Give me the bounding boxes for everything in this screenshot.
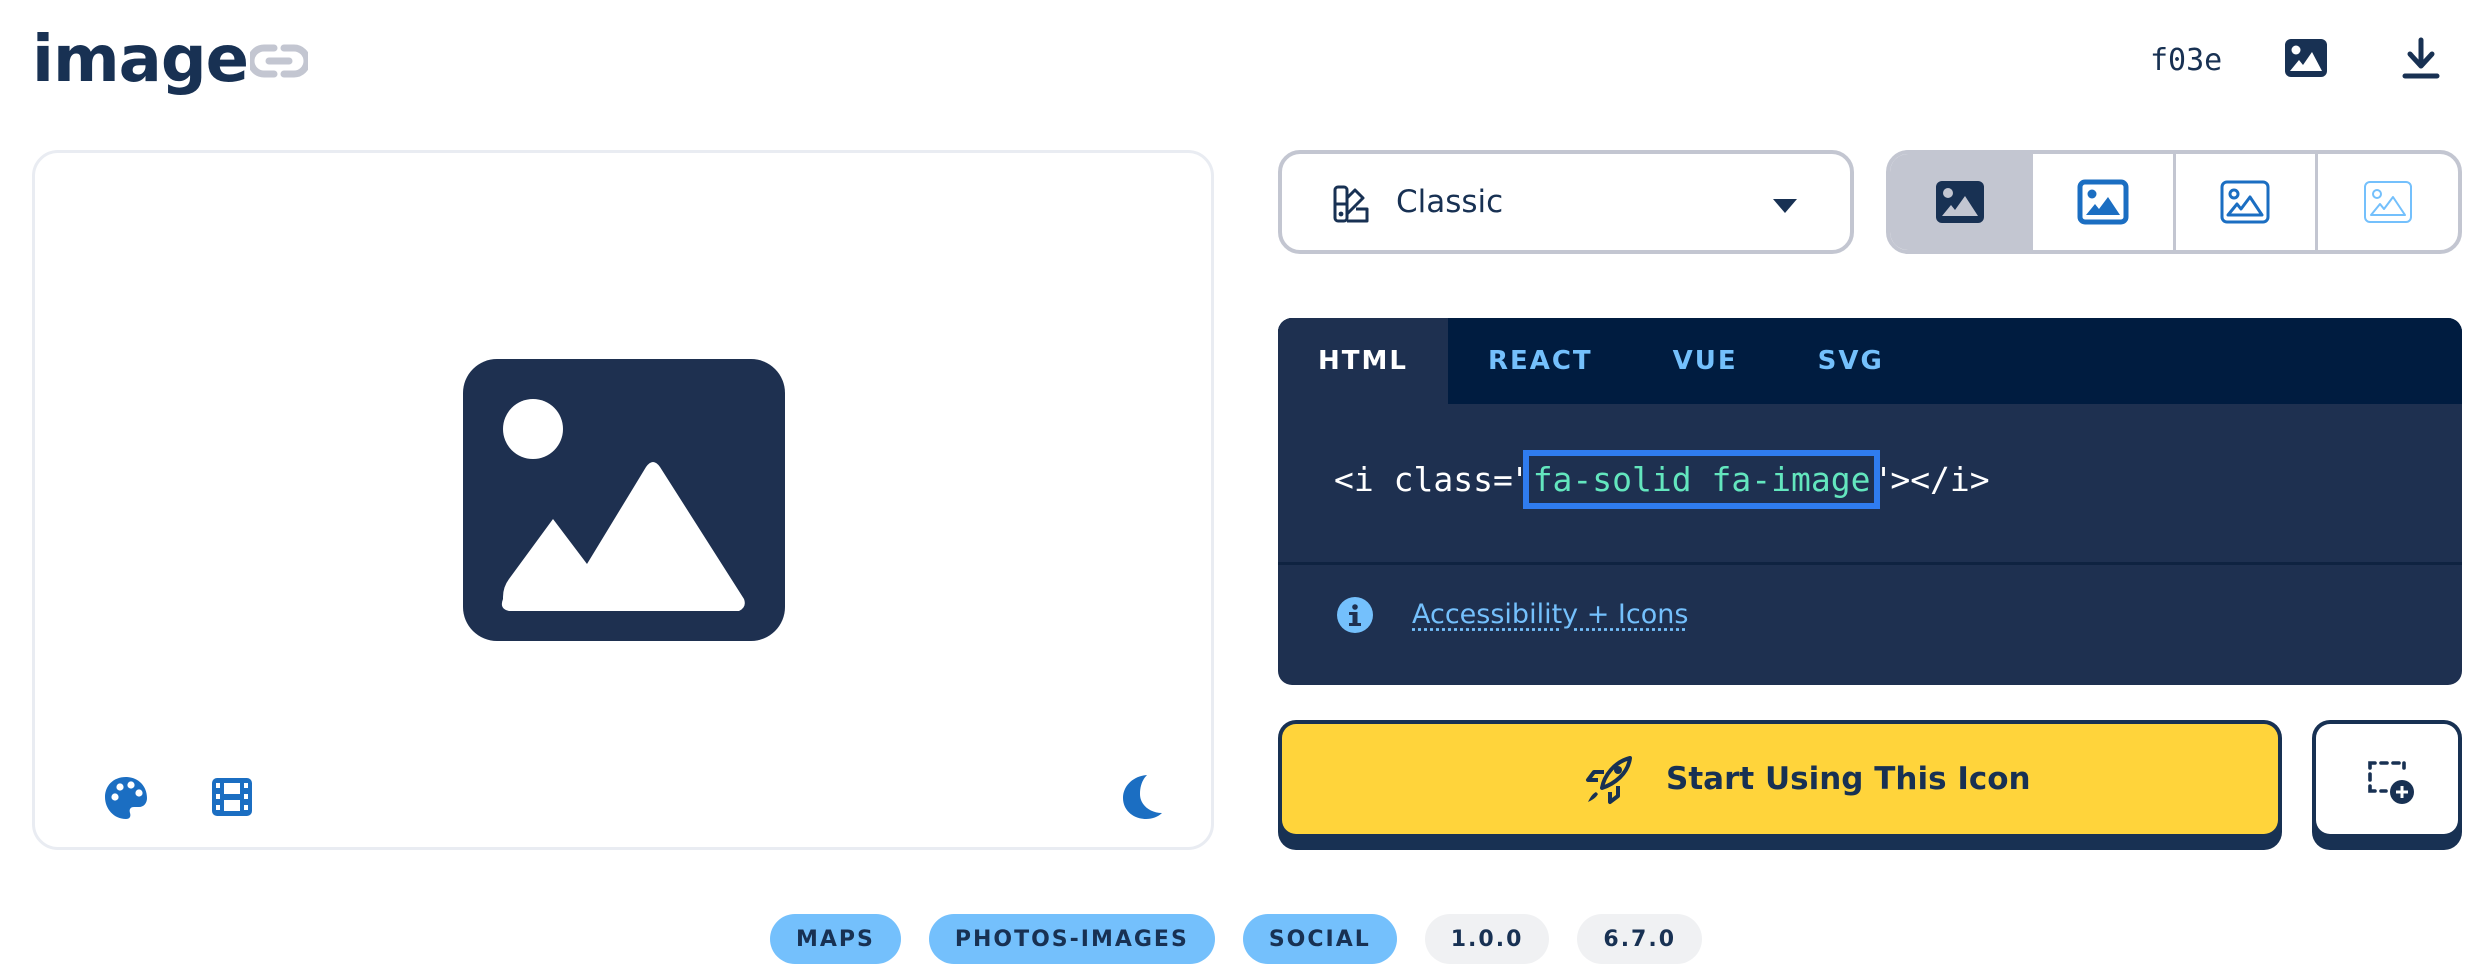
download-icon[interactable] xyxy=(2400,36,2442,80)
code-divider xyxy=(1278,562,2462,565)
palette-icon[interactable] xyxy=(103,775,149,821)
square-dashed-circle-plus-icon xyxy=(2368,761,2414,804)
image-icon[interactable] xyxy=(2284,38,2328,78)
image-icon xyxy=(2077,179,2129,225)
icon-title: image xyxy=(32,23,249,97)
image-icon xyxy=(1935,181,1984,223)
tab-svg[interactable]: SVG xyxy=(1778,318,1924,404)
variant-thin-button[interactable] xyxy=(2318,154,2458,250)
version-badge-updated: 6.7.0 xyxy=(1577,914,1703,964)
circle-info-icon xyxy=(1337,597,1373,633)
image-icon xyxy=(2220,180,2270,224)
style-select[interactable]: Classic xyxy=(1278,150,1854,254)
category-tag-social[interactable]: SOCIAL xyxy=(1242,914,1397,964)
rocket-icon xyxy=(1586,756,1632,804)
tag-list: MAPS PHOTOS-IMAGES SOCIAL 1.0.0 6.7.0 xyxy=(0,914,2472,964)
tab-vue[interactable]: VUE xyxy=(1633,318,1778,404)
code-panel: HTML REACT VUE SVG <i class="fa-solid fa… xyxy=(1278,318,2462,685)
moon-icon[interactable] xyxy=(1121,773,1165,821)
category-tag-photos-images[interactable]: PHOTOS-IMAGES xyxy=(928,914,1215,964)
link-icon[interactable] xyxy=(250,38,308,84)
style-select-label: Classic xyxy=(1396,184,1504,220)
add-to-kit-button[interactable] xyxy=(2312,720,2462,850)
add-to-kit-button-face xyxy=(2316,724,2458,834)
code-tabs: HTML REACT VUE SVG xyxy=(1278,318,2462,404)
version-badge-created: 1.0.0 xyxy=(1424,914,1550,964)
caret-down-icon xyxy=(1773,199,1797,213)
start-using-label: Start Using This Icon xyxy=(1666,761,2031,797)
image-icon xyxy=(463,359,785,641)
code-snippet[interactable]: <i class="fa-solid fa-image"></i> xyxy=(1334,450,1990,509)
start-using-button[interactable]: Start Using This Icon xyxy=(1278,720,2282,850)
icon-preview-card xyxy=(32,150,1214,850)
film-icon[interactable] xyxy=(211,777,253,817)
category-tag-maps[interactable]: MAPS xyxy=(769,914,901,964)
unicode-value[interactable]: f03e xyxy=(2150,40,2222,82)
variant-regular-button[interactable] xyxy=(2033,154,2176,250)
start-using-button-face: Start Using This Icon xyxy=(1282,724,2278,834)
accessibility-link[interactable]: Accessibility + Icons xyxy=(1412,594,1688,636)
variant-switcher xyxy=(1886,150,2462,254)
tab-react[interactable]: REACT xyxy=(1448,318,1633,404)
image-icon xyxy=(2364,181,2413,223)
code-prefix: <i class=" xyxy=(1334,460,1533,499)
code-suffix: "></i> xyxy=(1870,460,1990,499)
variant-solid-button[interactable] xyxy=(1890,154,2033,250)
tab-html[interactable]: HTML xyxy=(1278,318,1448,404)
code-class-name[interactable]: fa-solid fa-image xyxy=(1522,450,1881,509)
variant-light-button[interactable] xyxy=(2176,154,2319,250)
swatchbook-icon xyxy=(1333,185,1369,223)
